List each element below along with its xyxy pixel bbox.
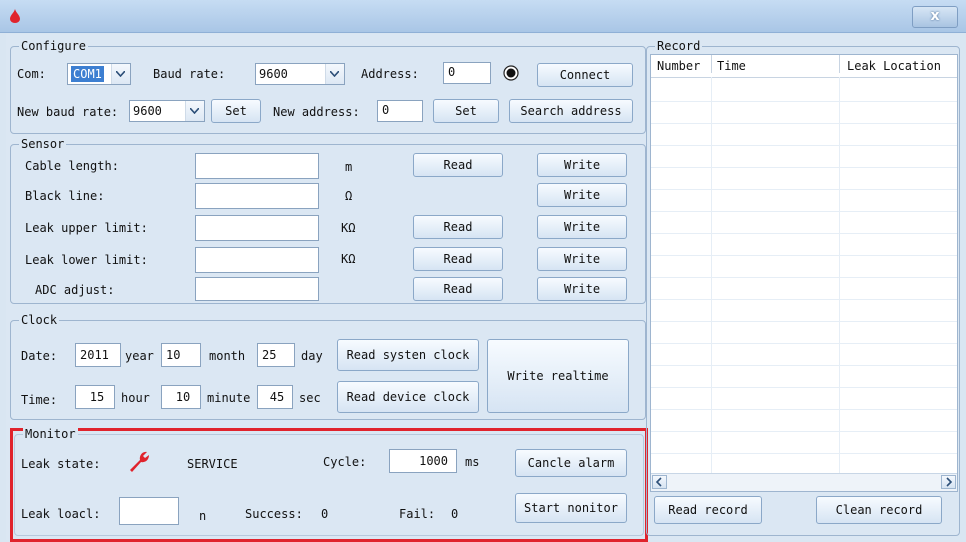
leak-upper-limit-read-button[interactable]: Read <box>413 215 503 239</box>
month-input[interactable]: 10 <box>161 343 201 367</box>
configure-group: Configure Com: COM1 Baud rate: 9600 Addr… <box>10 39 646 134</box>
record-table[interactable]: Number Time Leak Location <box>650 54 958 492</box>
date-label: Date: <box>21 349 58 363</box>
baud-rate-select[interactable]: 9600 <box>255 63 345 85</box>
clean-record-button[interactable]: Clean record <box>816 496 942 524</box>
address-label: Address: <box>361 67 419 81</box>
cancel-alarm-button[interactable]: Cancle alarm <box>515 449 627 477</box>
leak-state-label: Leak state: <box>21 457 101 471</box>
year-label: year <box>125 349 154 363</box>
leak-upper-limit-input[interactable] <box>195 215 319 241</box>
read-record-button[interactable]: Read record <box>654 496 762 524</box>
leak-lower-limit-unit: KΩ <box>341 252 356 266</box>
minute-label: minute <box>207 391 251 405</box>
hour-input[interactable]: 15 <box>75 385 115 409</box>
cable-length-label: Cable length: <box>25 159 119 173</box>
chevron-down-icon[interactable] <box>325 64 344 84</box>
monitor-group: Monitor Leak state: SERVICE Cycle: 1000 … <box>14 427 644 536</box>
adc-adjust-input[interactable] <box>195 277 319 301</box>
sec-label: sec <box>299 391 321 405</box>
column-header-leak-location[interactable]: Leak Location <box>847 59 941 73</box>
set-baud-button[interactable]: Set <box>211 99 261 123</box>
close-button[interactable]: x <box>912 6 958 28</box>
black-line-unit: Ω <box>345 189 353 203</box>
baud-rate-label: Baud rate: <box>153 67 226 81</box>
cycle-label: Cycle: <box>323 455 367 469</box>
leak-lower-limit-label: Leak lower limit: <box>25 253 148 267</box>
configure-title: Configure <box>19 39 89 53</box>
new-baud-rate-select[interactable]: 9600 <box>129 100 205 122</box>
leak-load-unit: n <box>199 509 207 523</box>
hour-label: hour <box>121 391 150 405</box>
com-select[interactable]: COM1 <box>67 63 131 85</box>
read-system-clock-button[interactable]: Read systen clock <box>337 339 479 371</box>
clock-title: Clock <box>19 313 60 327</box>
monitor-title: Monitor <box>23 427 78 441</box>
record-title: Record <box>655 39 703 53</box>
chevron-down-icon[interactable] <box>111 64 130 84</box>
minute-input[interactable]: 10 <box>161 385 201 409</box>
cycle-input[interactable]: 1000 <box>389 449 457 473</box>
new-address-input[interactable]: 0 <box>377 100 423 122</box>
adc-adjust-write-button[interactable]: Write <box>537 277 627 301</box>
fail-value: 0 <box>451 507 459 521</box>
leak-lower-limit-read-button[interactable]: Read <box>413 247 503 271</box>
sensor-group: Sensor Cable length: m Read Write Black … <box>10 137 646 304</box>
success-label: Success: <box>245 507 303 521</box>
address-input[interactable]: 0 <box>443 62 491 84</box>
leak-upper-limit-write-button[interactable]: Write <box>537 215 627 239</box>
client-area: Configure Com: COM1 Baud rate: 9600 Addr… <box>6 34 960 542</box>
black-line-label: Black line: <box>25 189 105 203</box>
app-window: x Configure Com: COM1 Baud rate: 9600 Ad… <box>0 0 966 542</box>
connect-button[interactable]: Connect <box>537 63 633 87</box>
com-value: COM1 <box>71 66 104 82</box>
leak-load-input[interactable] <box>119 497 179 525</box>
cycle-unit: ms <box>465 455 480 469</box>
column-header-time[interactable]: Time <box>717 59 746 73</box>
set-address-button[interactable]: Set <box>433 99 499 123</box>
cable-length-unit: m <box>345 160 353 174</box>
scroll-right-icon[interactable] <box>941 475 956 489</box>
clock-group: Clock Date: 2011 year 10 month 25 day Re… <box>10 313 646 420</box>
adc-adjust-label: ADC adjust: <box>35 283 115 297</box>
month-label: month <box>209 349 246 363</box>
cable-length-input[interactable] <box>195 153 319 179</box>
horizontal-scrollbar[interactable] <box>651 473 957 491</box>
sec-input[interactable]: 45 <box>257 385 293 409</box>
scroll-left-icon[interactable] <box>652 475 667 489</box>
write-realtime-button[interactable]: Write realtime <box>487 339 629 413</box>
start-monitor-button[interactable]: Start nonitor <box>515 493 627 523</box>
black-line-input[interactable] <box>195 183 319 209</box>
leak-lower-limit-input[interactable] <box>195 247 319 273</box>
new-address-label: New address: <box>273 105 360 119</box>
title-bar: x <box>0 0 966 33</box>
sensor-title: Sensor <box>19 137 67 151</box>
baud-rate-value: 9600 <box>259 67 288 81</box>
cable-length-read-button[interactable]: Read <box>413 153 503 177</box>
fail-label: Fail: <box>399 507 436 521</box>
column-header-number[interactable]: Number <box>657 59 700 73</box>
leak-load-label: Leak loacl: <box>21 507 101 521</box>
day-input[interactable]: 25 <box>257 343 295 367</box>
cable-length-write-button[interactable]: Write <box>537 153 627 177</box>
new-baud-rate-label: New baud rate: <box>17 105 119 119</box>
app-drop-icon <box>10 9 20 23</box>
leak-state-value: SERVICE <box>187 457 238 471</box>
wrench-icon <box>130 451 149 472</box>
leak-lower-limit-write-button[interactable]: Write <box>537 247 627 271</box>
adc-adjust-read-button[interactable]: Read <box>413 277 503 301</box>
leak-upper-limit-unit: KΩ <box>341 221 356 235</box>
com-label: Com: <box>17 67 46 81</box>
leak-upper-limit-label: Leak upper limit: <box>25 221 148 235</box>
chevron-down-icon[interactable] <box>185 101 204 121</box>
time-label: Time: <box>21 393 58 407</box>
black-line-write-button[interactable]: Write <box>537 183 627 207</box>
year-input[interactable]: 2011 <box>75 343 121 367</box>
success-value: 0 <box>321 507 329 521</box>
new-baud-rate-value: 9600 <box>133 104 162 118</box>
search-address-button[interactable]: Search address <box>509 99 633 123</box>
read-device-clock-button[interactable]: Read device clock <box>337 381 479 413</box>
connection-status-icon <box>503 65 519 81</box>
day-label: day <box>301 349 323 363</box>
